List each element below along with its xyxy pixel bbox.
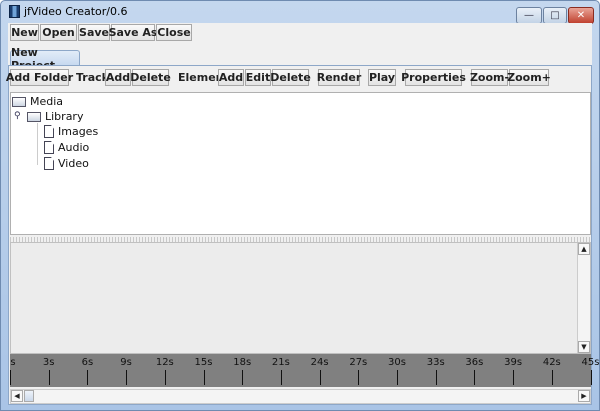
file-icon	[44, 141, 54, 154]
timeline-ruler: s 3s 6s 9s 12s 15s 18s 21s 24s 27s 30s 33s 36s 39s 42s…	[10, 354, 599, 387]
tick-mark	[280, 370, 282, 385]
tick-label: 12s	[155, 357, 174, 368]
element-edit-button[interactable]: Edit	[245, 69, 271, 86]
vertical-scrollbar[interactable]: ▲ ▼	[577, 243, 590, 353]
scroll-right-icon[interactable]: ▶	[578, 390, 590, 402]
tree-node-media[interactable]: Media	[12, 95, 63, 108]
tree-node-images[interactable]: Images	[44, 125, 98, 138]
tick-mark	[397, 370, 398, 385]
tick-mark	[164, 370, 166, 385]
tick-mark	[126, 370, 128, 385]
tick-label: 45s	[581, 357, 600, 368]
track-add-button[interactable]: Add	[105, 69, 131, 86]
element-add-button[interactable]: Add	[218, 69, 244, 86]
tick-label: 39s	[504, 357, 523, 368]
zoom-in-button[interactable]: Zoom+	[507, 69, 551, 86]
tick-label: 18s	[233, 357, 252, 368]
app-window: jfVideo Creator/0.6 — □ ✕ New Open Save …	[0, 0, 600, 411]
node-label: Images	[58, 125, 99, 138]
horizontal-scrollbar[interactable]: ◀ ▶	[10, 389, 591, 404]
element-delete-button[interactable]: Delete	[270, 69, 311, 86]
open-button[interactable]: Open	[40, 24, 77, 41]
minimize-button[interactable]: —	[516, 7, 542, 24]
tracks-area: ▲ ▼	[10, 242, 591, 354]
folder-icon	[27, 111, 41, 122]
tick-label: 6s	[81, 357, 94, 368]
save-button[interactable]: Save	[78, 24, 110, 41]
tree-node-video[interactable]: Video	[44, 157, 89, 170]
scroll-left-icon[interactable]: ◀	[11, 390, 23, 402]
scroll-down-icon[interactable]: ▼	[578, 341, 590, 353]
tick-mark	[87, 370, 89, 385]
node-label: Library	[45, 110, 84, 123]
close-window-button[interactable]: ✕	[568, 7, 594, 24]
node-label: Video	[58, 157, 89, 170]
tick-label: 3s	[42, 357, 55, 368]
expand-handle-icon[interactable]: ⚲	[14, 111, 21, 121]
tick-mark	[319, 370, 321, 385]
tick-mark	[203, 370, 205, 385]
title-bar: jfVideo Creator/0.6	[9, 5, 127, 18]
new-button[interactable]: New	[10, 24, 39, 41]
file-icon	[44, 125, 54, 138]
scroll-up-icon[interactable]: ▲	[578, 243, 590, 255]
tick-label: 15s	[194, 357, 213, 368]
tree-node-library[interactable]: Library	[27, 110, 83, 123]
tick-label: 33s	[426, 357, 445, 368]
client-area: New Open Save Save As Close New Project …	[6, 23, 599, 405]
file-icon	[44, 157, 54, 170]
tick-mark	[590, 370, 592, 385]
close-project-button[interactable]: Close	[156, 24, 192, 41]
project-panel: Add Folder Track: Add Delete Element: Ad…	[6, 65, 599, 405]
tick-label: 9s	[120, 357, 132, 368]
tick-mark	[513, 370, 515, 385]
folder-icon	[12, 96, 26, 107]
tick-label: 27s	[349, 357, 368, 368]
tick-mark	[242, 370, 244, 385]
zoom-out-button[interactable]: Zoom-	[470, 69, 509, 86]
film-icon	[9, 5, 20, 18]
tick-mark	[474, 370, 476, 385]
add-folder-button[interactable]: Add Folder	[6, 69, 73, 86]
tick-mark	[551, 370, 553, 385]
tick-mark	[48, 370, 50, 385]
scroll-thumb[interactable]	[24, 390, 34, 402]
save-as-button[interactable]: Save As	[109, 24, 157, 41]
render-button[interactable]: Render	[317, 69, 361, 86]
tick-label: s	[10, 357, 16, 368]
node-label: Audio	[58, 141, 90, 154]
track-delete-button[interactable]: Delete	[130, 69, 171, 86]
node-label: Media	[30, 95, 64, 108]
tick-label: 30s	[388, 357, 406, 368]
maximize-button[interactable]: □	[543, 7, 567, 24]
tick-mark	[435, 370, 437, 385]
media-tree: Media ⚲ Library Images Audio Video	[10, 92, 591, 235]
play-button[interactable]: Play	[368, 69, 396, 86]
tick-label: 21s	[271, 357, 290, 368]
tick-mark	[10, 370, 11, 385]
tab-new-project[interactable]: New Project	[10, 46, 80, 72]
tick-label: 36s	[465, 357, 484, 368]
tree-node-audio[interactable]: Audio	[44, 141, 89, 154]
tick-mark	[358, 370, 360, 385]
tick-label: 24s	[310, 357, 329, 368]
properties-button[interactable]: Properties	[401, 69, 466, 86]
tick-label: 42s	[542, 357, 561, 368]
window-title: jfVideo Creator/0.6	[24, 5, 128, 18]
